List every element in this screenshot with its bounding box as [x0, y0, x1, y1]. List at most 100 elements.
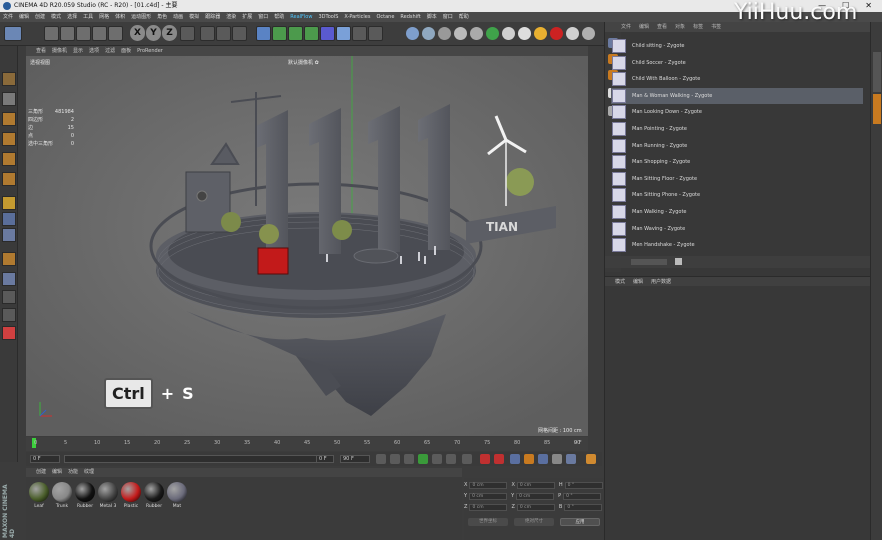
object-manager-menu-item[interactable]: 标签 — [693, 22, 703, 32]
viewport-menu-item[interactable]: 选项 — [89, 46, 99, 56]
attributes-menu-item[interactable]: 用户数据 — [651, 277, 671, 286]
object-axis-icon[interactable] — [2, 172, 16, 186]
viewport-menu-item[interactable]: 摄像机 — [52, 46, 67, 56]
edges-mode-icon[interactable] — [2, 132, 16, 146]
coord-field[interactable]: 0 cm — [516, 504, 555, 511]
menu-item[interactable]: 扩展 — [242, 12, 252, 22]
menu-item[interactable]: 体积 — [115, 12, 125, 22]
current-frame-field[interactable]: 0 F — [316, 455, 334, 463]
object-row[interactable]: Man Sitting Phone - Zygote — [611, 187, 863, 203]
subdivision-icon[interactable] — [288, 26, 303, 41]
material-menu-item[interactable]: 编辑 — [52, 468, 62, 477]
coord-field[interactable]: 0 cm — [469, 504, 508, 511]
viewport-menu-item[interactable]: 面板 — [121, 46, 131, 56]
attributes-menu-item[interactable]: 编辑 — [633, 277, 643, 286]
light-icon[interactable] — [368, 26, 383, 41]
menu-item[interactable]: 角色 — [157, 12, 167, 22]
coord-field[interactable]: 0 ° — [564, 504, 603, 511]
auto-key-icon[interactable] — [494, 454, 504, 464]
floor-icon[interactable] — [336, 26, 351, 41]
menu-item[interactable]: 帮助 — [459, 12, 469, 22]
material-swatch[interactable]: Rubber — [143, 482, 165, 509]
coord-field[interactable]: 0 ° — [563, 493, 602, 500]
redshift-light-icon[interactable] — [566, 27, 579, 40]
tab-objects[interactable] — [873, 52, 881, 92]
user-icon[interactable] — [675, 258, 682, 265]
move-tool-icon[interactable] — [60, 26, 75, 41]
menu-item[interactable]: 动画 — [173, 12, 183, 22]
coord-field[interactable]: 0 cm — [516, 493, 555, 500]
size-mode-dropdown[interactable]: 绝对尺寸 — [514, 518, 554, 526]
menu-item[interactable]: 3DToolS — [318, 12, 338, 22]
material-menu-item[interactable]: 纹理 — [84, 468, 94, 477]
points-mode-icon[interactable] — [2, 112, 16, 126]
menu-item[interactable]: 模式 — [51, 12, 61, 22]
coord-field[interactable]: 0 ° — [564, 482, 603, 489]
rotate-tool-icon[interactable] — [92, 26, 107, 41]
octane-camera-icon[interactable] — [438, 27, 451, 40]
menu-item[interactable]: 选择 — [67, 12, 77, 22]
object-row[interactable]: Man Shopping - Zygote — [611, 154, 863, 170]
cube-icon[interactable] — [256, 26, 271, 41]
render-picture-viewer-icon[interactable] — [216, 26, 231, 41]
key-param-icon[interactable] — [552, 454, 562, 464]
octane-material-icon[interactable] — [422, 27, 435, 40]
frame-range-slider[interactable] — [64, 455, 334, 463]
object-manager-menu-item[interactable]: 编辑 — [639, 22, 649, 32]
select-tool-icon[interactable] — [44, 26, 59, 41]
menu-item[interactable]: 创建 — [35, 12, 45, 22]
x-axis-lock-icon[interactable]: X — [130, 25, 145, 41]
play-icon[interactable] — [418, 454, 428, 464]
material-menu-item[interactable]: 功能 — [68, 468, 78, 477]
coord-field[interactable]: 0 cm — [516, 482, 555, 489]
refresh-icon[interactable] — [486, 27, 499, 40]
coordinate-system-icon[interactable] — [180, 26, 195, 41]
cloner-icon[interactable] — [304, 26, 319, 41]
pen-spline-icon[interactable] — [272, 26, 287, 41]
menu-item[interactable]: 跟踪器 — [205, 12, 220, 22]
tab-attributes[interactable] — [873, 94, 881, 124]
menu-item[interactable]: 工具 — [83, 12, 93, 22]
object-row[interactable]: Child sitting - Zygote — [611, 38, 863, 54]
viewport-menu-item[interactable]: ProRender — [137, 46, 163, 56]
menu-item[interactable]: 模拟 — [189, 12, 199, 22]
key-rotation-icon[interactable] — [538, 454, 548, 464]
camera-icon[interactable] — [352, 26, 367, 41]
live-viewer-icon[interactable] — [518, 27, 531, 40]
octane-render-icon[interactable] — [406, 27, 419, 40]
material-swatch[interactable]: Leaf — [28, 482, 50, 509]
render-settings-icon[interactable] — [232, 26, 247, 41]
menu-item[interactable]: 运动图形 — [131, 12, 151, 22]
menu-item[interactable]: 编辑 — [19, 12, 29, 22]
key-position-icon[interactable] — [510, 454, 520, 464]
material-swatch[interactable]: Metal 3 — [97, 482, 119, 509]
viewport-menu-item[interactable]: 查看 — [36, 46, 46, 56]
deformer-icon[interactable] — [320, 26, 335, 41]
close-button[interactable]: ✕ — [865, 0, 872, 12]
timeline-menu-icon[interactable] — [586, 454, 596, 464]
object-manager-menu-item[interactable]: 书签 — [711, 22, 721, 32]
object-row[interactable]: Child With Balloon - Zygote — [611, 71, 863, 87]
object-row[interactable]: Child Soccer - Zygote — [611, 55, 863, 71]
object-row[interactable]: Man Waving - Zygote — [611, 221, 863, 237]
material-menu-item[interactable]: 创建 — [36, 468, 46, 477]
key-pla-icon[interactable] — [566, 454, 576, 464]
octane-env-icon[interactable] — [470, 27, 483, 40]
go-to-start-icon[interactable] — [376, 454, 386, 464]
material-swatch[interactable]: Plastic — [120, 482, 142, 509]
menu-item[interactable]: 窗口 — [258, 12, 268, 22]
menu-item[interactable]: 脚本 — [427, 12, 437, 22]
coord-field[interactable]: 0 cm — [469, 482, 508, 489]
loop-icon[interactable] — [462, 454, 472, 464]
coord-field[interactable]: 0 cm — [469, 493, 508, 500]
attributes-menu-item[interactable]: 模式 — [615, 277, 625, 286]
object-manager-menu-item[interactable]: 对象 — [675, 22, 685, 32]
apply-button[interactable]: 应用 — [560, 518, 600, 526]
redshift-camera-icon[interactable] — [582, 27, 595, 40]
object-row[interactable]: Man Running - Zygote — [611, 138, 863, 154]
redshift-icon[interactable] — [550, 27, 563, 40]
key-scale-icon[interactable] — [524, 454, 534, 464]
y-axis-lock-icon[interactable]: Y — [146, 25, 161, 41]
z-axis-lock-icon[interactable]: Z — [162, 25, 177, 41]
menu-item[interactable]: RealFlow — [290, 12, 312, 22]
